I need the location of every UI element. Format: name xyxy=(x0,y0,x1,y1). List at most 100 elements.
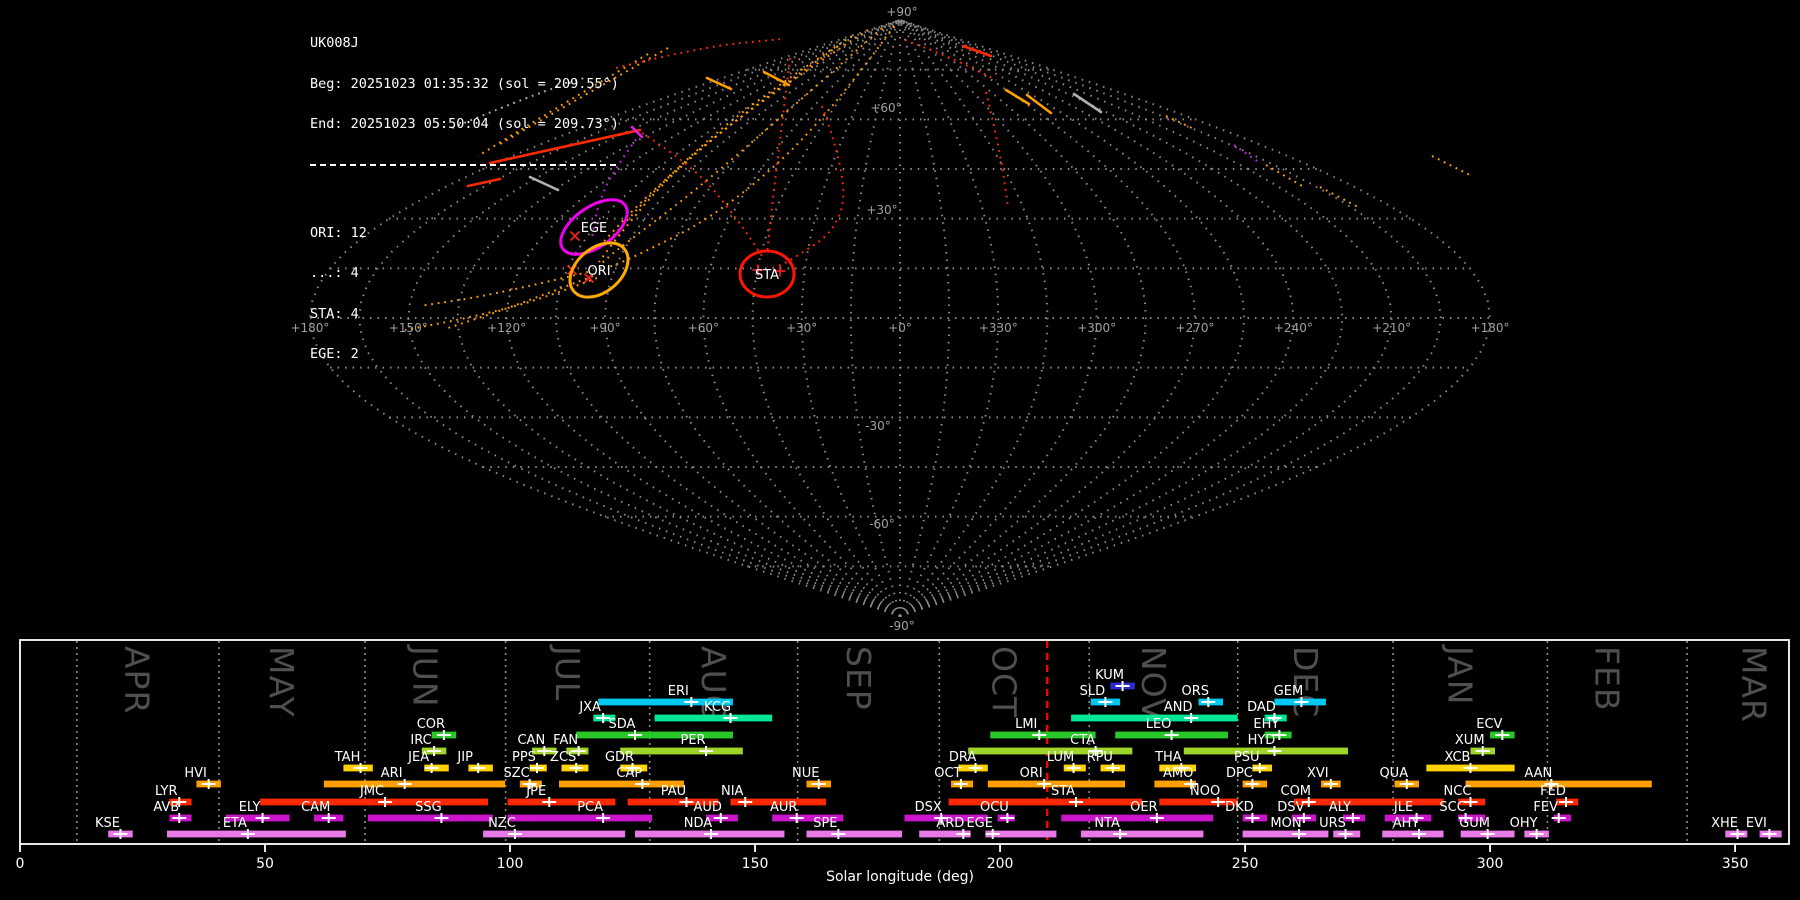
longitude-tick-label: +210° xyxy=(1372,321,1411,335)
meteor-segment xyxy=(707,78,731,89)
shower-label-LYR: LYR xyxy=(155,784,178,799)
month-label-JUN: JUN xyxy=(406,644,445,708)
longitude-tick-label: +330° xyxy=(979,321,1018,335)
longitude-tick-label: +240° xyxy=(1274,321,1313,335)
longitude-tick-label: +0° xyxy=(888,321,912,335)
latitude-tick-label: -90° xyxy=(889,619,915,633)
meteor-track xyxy=(601,28,882,264)
shower-label-OCT: OCT xyxy=(934,766,961,781)
shower-label-NOO: NOO xyxy=(1190,784,1220,799)
shower-label-NUE: NUE xyxy=(792,766,819,781)
shower-label-QUA: QUA xyxy=(1379,766,1408,781)
latitude-tick-label: +90° xyxy=(886,5,917,19)
shower-label-AUD: AUD xyxy=(694,800,722,815)
month-label-OCT: OCT xyxy=(984,646,1023,718)
shower-label-COR: COR xyxy=(417,717,445,732)
shower-label-SZC: SZC xyxy=(504,766,530,781)
meteor-track xyxy=(767,58,790,255)
shower-label-KSE: KSE xyxy=(95,816,120,831)
shower-label-LUM: LUM xyxy=(1047,750,1074,765)
shower-label-ETA: ETA xyxy=(223,816,247,831)
shower-label-SCC: SCC xyxy=(1439,800,1465,815)
shower-label-XVI: XVI xyxy=(1307,766,1329,781)
month-label-FEB: FEB xyxy=(1588,646,1627,711)
activity-bar-PER xyxy=(620,748,743,755)
shower-label-SDA: SDA xyxy=(609,717,636,732)
activity-bar-KCG xyxy=(655,715,773,722)
shower-label-DSV: DSV xyxy=(1277,800,1304,815)
shower-label-GEM: GEM xyxy=(1274,684,1304,699)
activity-bar-SSG xyxy=(368,815,493,822)
shower-label-IRC: IRC xyxy=(410,733,431,748)
shower-label-ALY: ALY xyxy=(1329,800,1351,815)
shower-label-SSG: SSG xyxy=(415,800,442,815)
end-time: End: 20251023 05:50:04 (sol = 209.73°) xyxy=(310,118,619,132)
longitude-tick-label: +30° xyxy=(786,321,817,335)
shower-label-PCA: PCA xyxy=(577,800,603,815)
shower-label-AVB: AVB xyxy=(153,800,179,815)
shower-label-CAN: CAN xyxy=(517,733,545,748)
month-label-SEP: SEP xyxy=(839,646,878,711)
shower-label-AMO: AMO xyxy=(1163,766,1193,781)
dashed-separator xyxy=(310,164,616,166)
meridian-line xyxy=(654,20,900,616)
latitude-tick-label: -30° xyxy=(865,419,891,433)
shower-label-JIP: JIP xyxy=(456,750,473,765)
shower-label-THA: THA xyxy=(1154,750,1182,765)
shower-label-HYD: HYD xyxy=(1248,733,1276,748)
shower-label-ARI: ARI xyxy=(381,766,403,781)
shower-label-XHE: XHE xyxy=(1711,816,1738,831)
meteor-track xyxy=(604,36,852,246)
longitude-tick-label: +300° xyxy=(1077,321,1116,335)
latitude-tick-label: +30° xyxy=(866,203,897,217)
month-label-MAR: MAR xyxy=(1735,646,1774,723)
shower-label-JLE: JLE xyxy=(1393,800,1413,815)
radiant-activity-screen: { "header": { "station": "UK008J", "beg_… xyxy=(0,0,1800,900)
shower-label-URS: URS xyxy=(1319,816,1346,831)
shower-label-DPC: DPC xyxy=(1226,766,1253,781)
longitude-tick-label: +60° xyxy=(688,321,719,335)
shower-label-PAU: PAU xyxy=(661,784,686,799)
shower-label-ORI: ORI xyxy=(1020,766,1043,781)
shower-label-PPS: PPS xyxy=(512,750,536,765)
month-label-JAN: JAN xyxy=(1441,644,1480,705)
shower-label-DAD: DAD xyxy=(1247,700,1276,715)
shower-label-CAM: CAM xyxy=(301,800,330,815)
activity-bar-SDA xyxy=(576,732,733,739)
shower-counts: ORI: 12 ...: 4 STA: 4 EGE: 2 xyxy=(310,200,619,389)
shower-label-ZCS: ZCS xyxy=(550,750,576,765)
shower-label-LEO: LEO xyxy=(1146,717,1172,732)
shower-label-CAP: CAP xyxy=(616,766,642,781)
shower-label-DKD: DKD xyxy=(1225,800,1254,815)
shower-label-AAN: AAN xyxy=(1524,766,1552,781)
x-axis-title: Solar longitude (deg) xyxy=(0,869,1800,885)
shower-label-DSX: DSX xyxy=(915,800,942,815)
shower-label-MON: MON xyxy=(1270,816,1301,831)
activity-bar-JMC xyxy=(260,799,488,806)
count-line: STA: 4 xyxy=(310,308,619,322)
meteor-track xyxy=(1320,187,1358,207)
shower-label-OHY: OHY xyxy=(1510,816,1538,831)
shower-label-JEA: JEA xyxy=(407,750,429,765)
station-id: UK008J xyxy=(310,37,619,51)
meridian-line xyxy=(900,20,1097,616)
shower-label-PSU: PSU xyxy=(1234,750,1260,765)
month-label-JUL: JUL xyxy=(548,644,587,701)
meteor-segment xyxy=(1006,90,1029,104)
meteor-segment xyxy=(1074,94,1101,112)
shower-label-NTA: NTA xyxy=(1094,816,1120,831)
shower-label-EGE: EGE xyxy=(966,816,993,831)
month-label-MAY: MAY xyxy=(262,646,301,718)
shower-label-ERI: ERI xyxy=(668,684,689,699)
meridian-line xyxy=(900,20,998,616)
begin-time: Beg: 20251023 01:35:32 (sol = 209.55°) xyxy=(310,78,619,92)
count-line: ...: 4 xyxy=(310,267,619,281)
shower-label-HVI: HVI xyxy=(184,766,207,781)
meteor-track xyxy=(616,39,782,68)
shower-label-ORS: ORS xyxy=(1182,684,1210,699)
shower-label-JXA: JXA xyxy=(578,700,601,715)
shower-label-NZC: NZC xyxy=(488,816,516,831)
meteor-track xyxy=(606,26,894,268)
shower-label-SLD: SLD xyxy=(1080,684,1106,699)
shower-label-NCC: NCC xyxy=(1444,784,1472,799)
